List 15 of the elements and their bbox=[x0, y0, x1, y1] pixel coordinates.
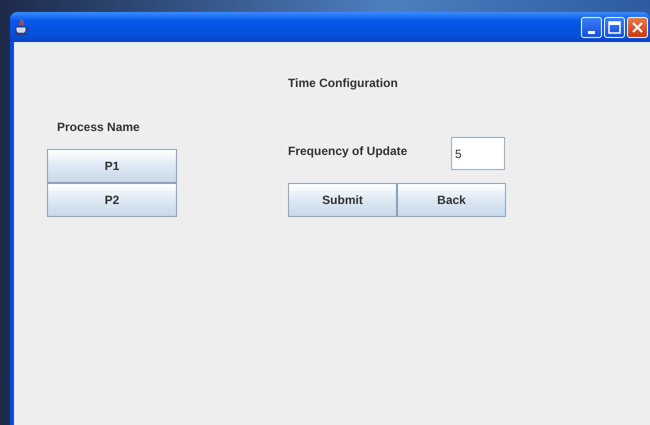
close-icon bbox=[631, 20, 644, 34]
minimize-button[interactable] bbox=[581, 16, 602, 38]
column-label: Process Name bbox=[57, 119, 141, 134]
maximize-icon bbox=[608, 20, 621, 34]
field-label: Frequency of Update bbox=[288, 143, 408, 160]
maximize-button[interactable] bbox=[604, 16, 625, 38]
process-button[interactable]: P1 bbox=[47, 149, 177, 183]
frequency-field[interactable]: 5 bbox=[451, 137, 505, 170]
heading: Time Configuration bbox=[288, 75, 399, 90]
back-button[interactable]: Back bbox=[397, 183, 506, 217]
close-button[interactable] bbox=[627, 16, 648, 38]
minimize-icon bbox=[588, 30, 595, 34]
submit-button[interactable]: Submit bbox=[288, 183, 397, 217]
coffee-cup-icon bbox=[14, 18, 30, 36]
process-button[interactable]: P2 bbox=[47, 183, 177, 217]
